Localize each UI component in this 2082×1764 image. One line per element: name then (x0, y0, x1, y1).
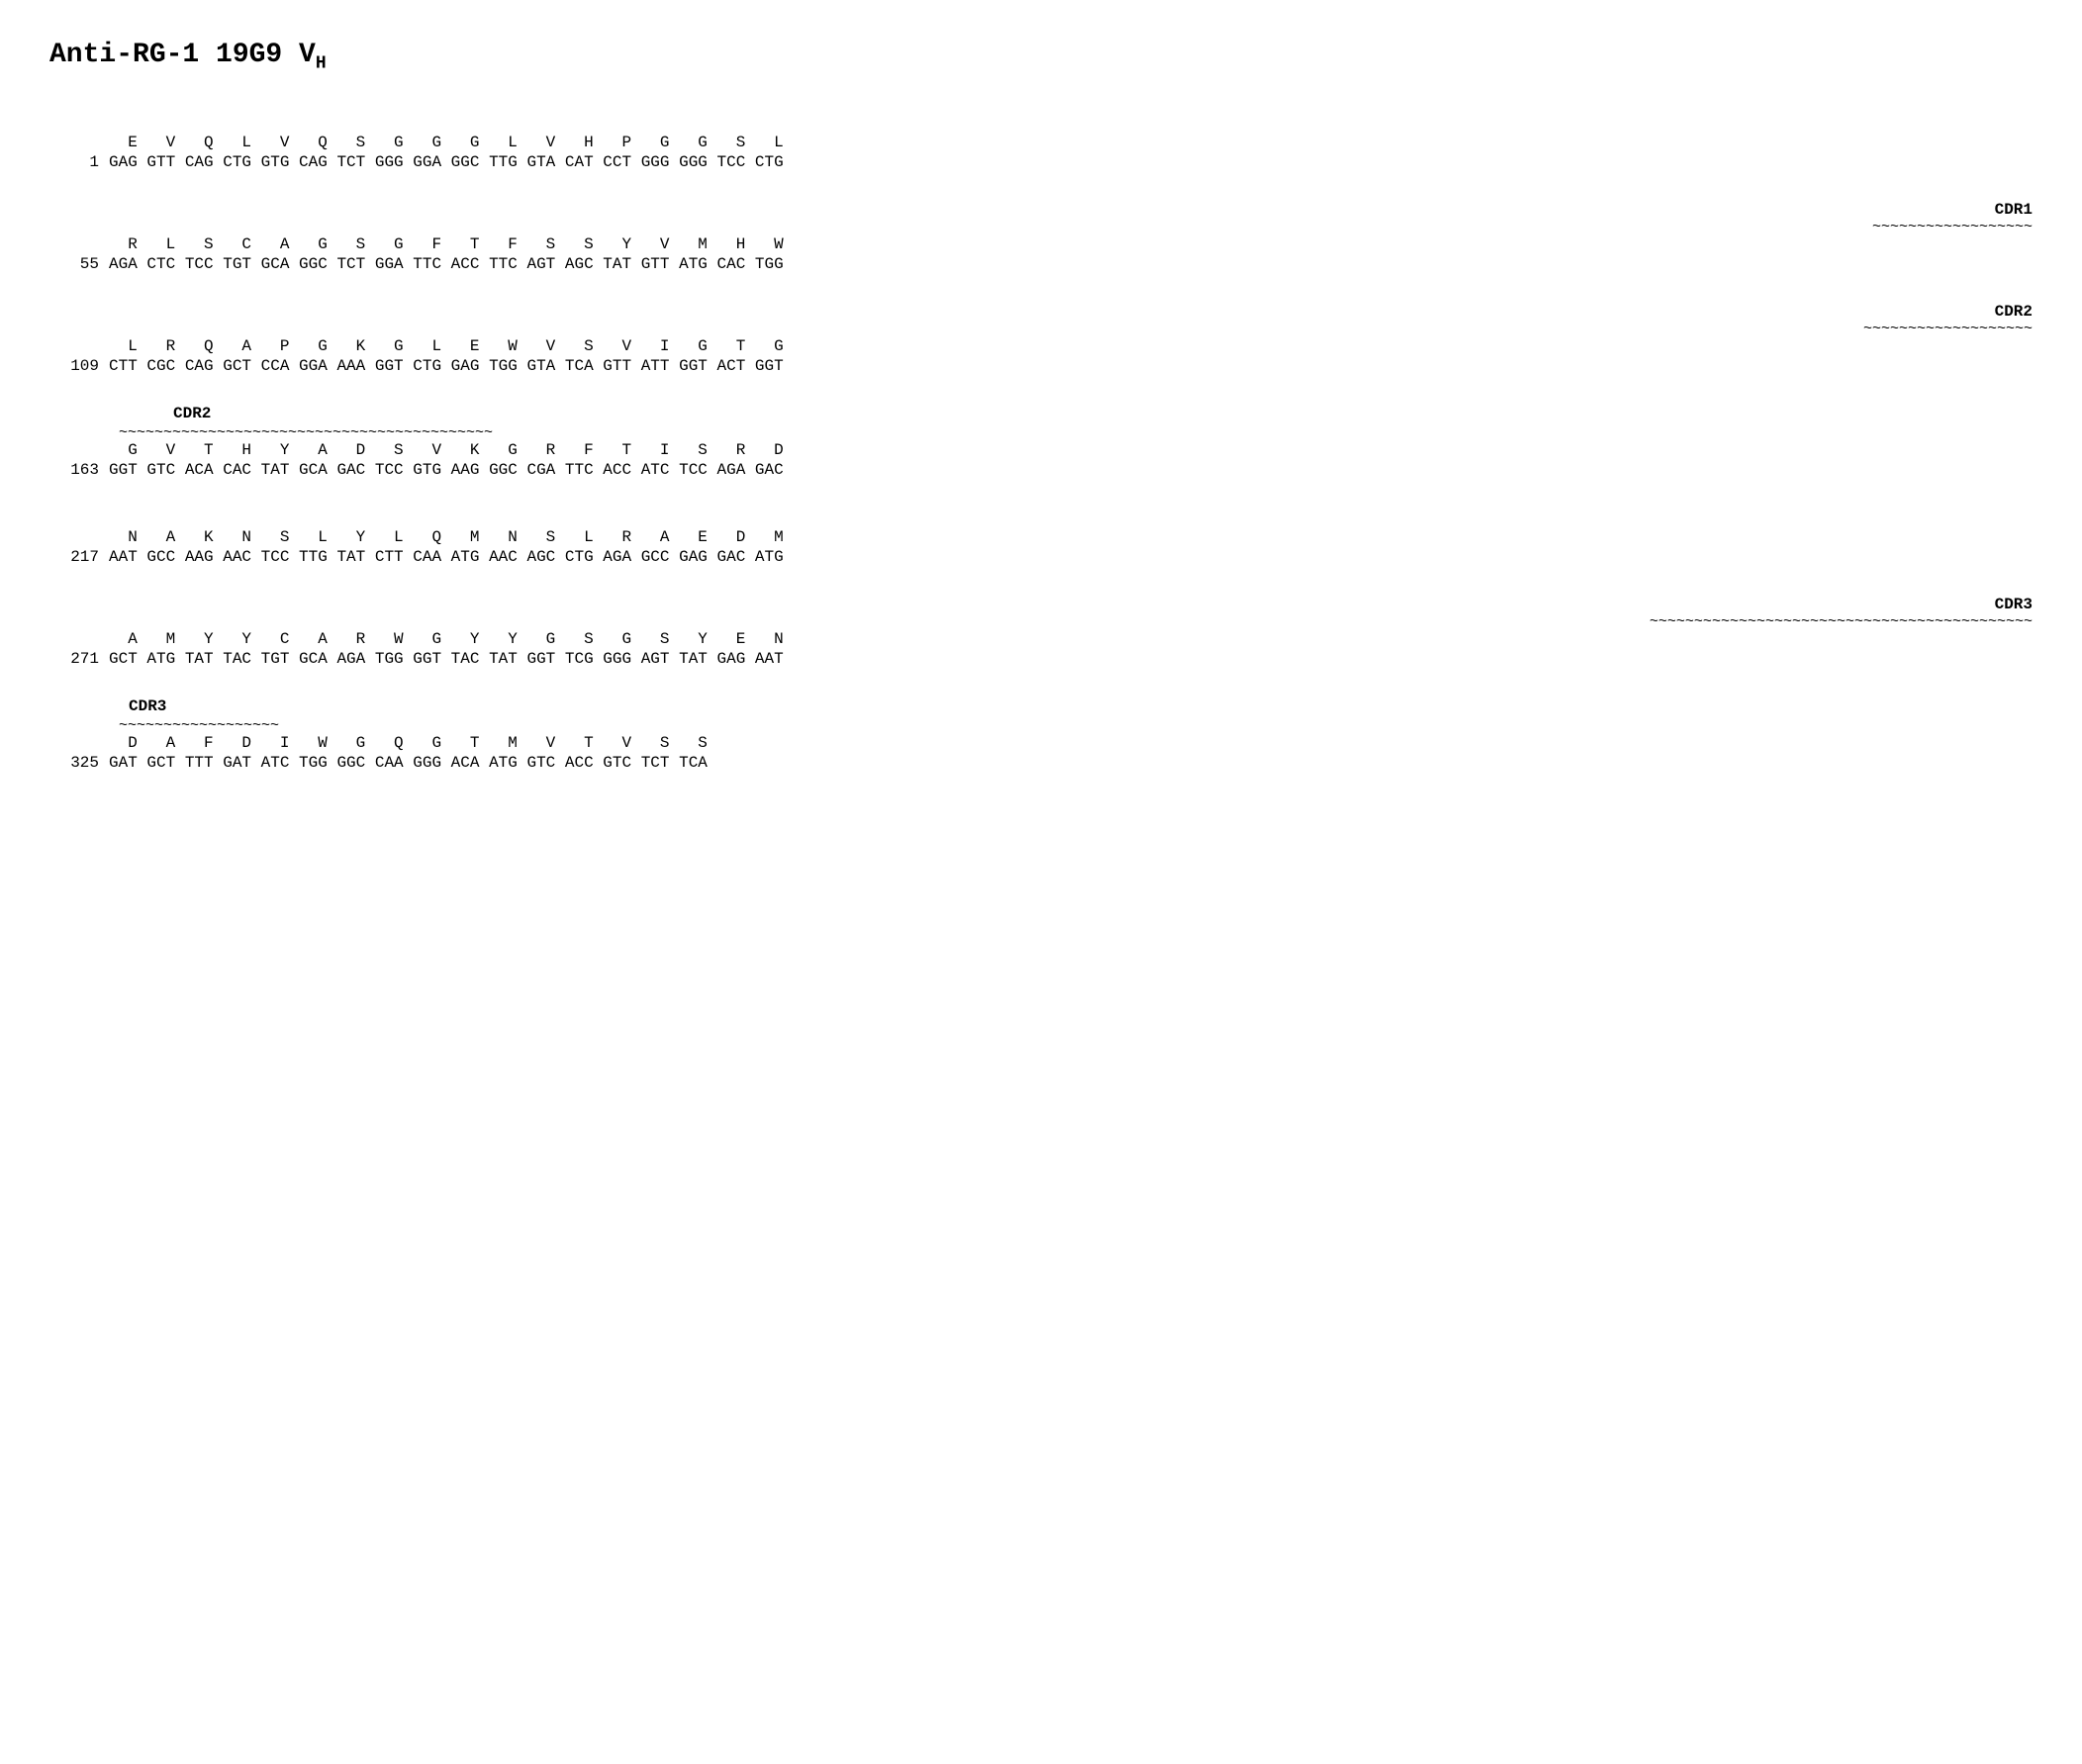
amino-line-7: D A F D I W G Q G T M V T V S S (109, 734, 2033, 752)
codon-line-2: AGA CTC TCC TGT GCA GGC TCT GGA TTC ACC … (109, 255, 2033, 273)
sequence-block-6: 271 A M Y Y C A R W G Y Y G S G S Y E N … (49, 630, 2033, 668)
amino-line-2: R L S C A G S G F T F S S Y V M H W (109, 235, 2033, 253)
title-subscript: H (316, 54, 327, 74)
codon-line-7: GAT GCT TTT GAT ATC TGG GGC CAA GGG ACA … (109, 754, 2033, 772)
cdr3-label-right: CDR3 (119, 596, 2033, 613)
cdr3-tilde-right: ~~~~~~~~~~~~~~~~~~~~~~~~~~~~~~~~~~~~~~~~… (119, 613, 2033, 630)
line-number-2: 55 (49, 235, 109, 273)
cdr1-tilde: ~~~~~~~~~~~~~~~~~~ (119, 219, 2033, 235)
page-title: Anti-RG-1 19G9 VH (49, 40, 2033, 74)
line-number-7: 325 (49, 734, 109, 772)
codon-line-1: GAG GTT CAG CTG GTG CAG TCT GGG GGA GGC … (109, 153, 2033, 171)
amino-line-1: E V Q L V Q S G G G L V H P G G S L (109, 134, 2033, 151)
codon-line-4: GGT GTC ACA CAC TAT GCA GAC TCC GTG AAG … (109, 461, 2033, 479)
cdr3-annotation-left: CDR3 ~~~~~~~~~~~~~~~~~~ (119, 697, 2033, 734)
sequence-block-5: 217 N A K N S L Y L Q M N S L R A E D M … (49, 528, 2033, 566)
title-text: Anti-RG-1 19G9 V (49, 40, 316, 70)
sequence-block-7: 325 D A F D I W G Q G T M V T V S S GAT … (49, 734, 2033, 772)
line-number-6: 271 (49, 630, 109, 668)
cdr2-label-left: CDR2 (119, 405, 2033, 422)
cdr2-annotation-right: CDR2 ~~~~~~~~~~~~~~~~~~~ (119, 303, 2033, 337)
sequence-block-3: 109 L R Q A P G K G L E W V S V I G T G … (49, 337, 2033, 375)
line-number-4: 163 (49, 441, 109, 479)
cdr2-tilde-left: ~~~~~~~~~~~~~~~~~~~~~~~~~~~~~~~~~~~~~~~~… (119, 424, 2033, 441)
amino-line-5: N A K N S L Y L Q M N S L R A E D M (109, 528, 2033, 546)
page-container: Anti-RG-1 19G9 VH 1 E V Q L V Q S G G G … (49, 40, 2033, 772)
amino-line-4: G V T H Y A D S V K G R F T I S R D (109, 441, 2033, 459)
amino-line-3: L R Q A P G K G L E W V S V I G T G (109, 337, 2033, 355)
cdr3-annotation-right: CDR3 ~~~~~~~~~~~~~~~~~~~~~~~~~~~~~~~~~~~… (119, 596, 2033, 630)
line-number-3: 109 (49, 337, 109, 375)
cdr3-tilde-left: ~~~~~~~~~~~~~~~~~~ (119, 717, 2033, 734)
sequence-block-2: 55 R L S C A G S G F T F S S Y V M H W A… (49, 235, 2033, 273)
cdr2-annotation-left: CDR2 ~~~~~~~~~~~~~~~~~~~~~~~~~~~~~~~~~~~… (119, 405, 2033, 441)
codon-line-6: GCT ATG TAT TAC TGT GCA AGA TGG GGT TAC … (109, 650, 2033, 668)
sequence-block-1: 1 E V Q L V Q S G G G L V H P G G S L GA… (49, 134, 2033, 171)
codon-line-3: CTT CGC CAG GCT CCA GGA AAA GGT CTG GAG … (109, 357, 2033, 375)
cdr1-annotation: CDR1 ~~~~~~~~~~~~~~~~~~ (119, 201, 2033, 235)
cdr2-label-right: CDR2 (119, 303, 2033, 321)
codon-line-5: AAT GCC AAG AAC TCC TTG TAT CTT CAA ATG … (109, 548, 2033, 566)
cdr3-label-left: CDR3 (119, 697, 2033, 715)
amino-line-6: A M Y Y C A R W G Y Y G S G S Y E N (109, 630, 2033, 648)
cdr1-label: CDR1 (119, 201, 2033, 219)
line-number-5: 217 (49, 528, 109, 566)
cdr2-tilde-right: ~~~~~~~~~~~~~~~~~~~ (119, 321, 2033, 337)
sequence-block-4: 163 G V T H Y A D S V K G R F T I S R D … (49, 441, 2033, 479)
line-number-1: 1 (49, 134, 109, 171)
